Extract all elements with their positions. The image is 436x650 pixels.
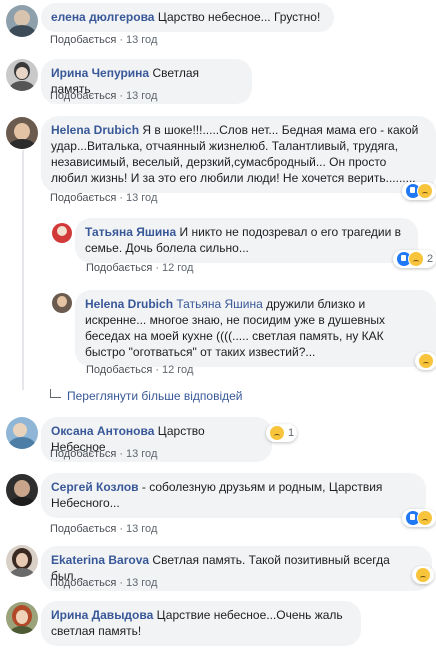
comment-meta: Подобається · 13 год [50,448,158,460]
reactions-badge[interactable] [415,352,436,370]
sad-reaction-icon [408,251,424,267]
reply-arrow-icon [50,389,61,398]
avatar[interactable] [6,602,38,634]
timestamp[interactable]: 12 год [162,262,193,274]
reaction-count: 2 [427,253,434,265]
timestamp[interactable]: 13 год [126,523,157,535]
comment-author[interactable]: Оксана Антонова [51,424,154,438]
sad-reaction-icon [418,353,434,369]
like-link[interactable]: Подобається [86,364,152,376]
comment-meta: Подобається · 12 год [86,262,194,274]
timestamp[interactable]: 13 год [126,34,157,46]
timestamp[interactable]: 13 год [126,577,157,589]
timestamp[interactable]: 13 год [126,448,157,460]
reply-bubble: Татьяна Яшина И никто не подозревал о ег… [75,218,418,263]
reaction-count: 1 [288,427,295,439]
timestamp[interactable]: 12 год [162,364,193,376]
comment-author[interactable]: Helena Drubich [51,123,139,137]
comment-meta: Подобається · 13 год [50,90,158,102]
view-more-replies-label: Переглянути більше відповідей [67,389,243,403]
like-link[interactable]: Подобається [86,262,152,274]
avatar[interactable] [6,117,38,149]
sad-reaction-icon [417,183,433,199]
mention-link[interactable]: Татьяна Яшина [176,297,262,311]
comment-meta: Подобається · 13 год [50,577,158,589]
view-more-replies-link[interactable]: Переглянути більше відповідей [50,389,242,403]
comment-author[interactable]: Сергей Козлов [51,480,139,494]
reactions-badge[interactable] [412,566,434,584]
comment-bubble: елена дюлгерова Царство небесное... Грус… [41,3,334,32]
comment-author[interactable]: Ekaterina Barova [51,553,149,567]
avatar[interactable] [6,474,38,506]
comment-meta: Подобається · 13 год [50,192,158,204]
sad-reaction-icon [417,510,433,526]
comment-author[interactable]: Helena Drubich [85,297,173,311]
comment-text: Царство небесное... Грустно! [157,10,321,24]
comment-author[interactable]: Татьяна Яшина [85,225,176,239]
avatar[interactable] [6,5,38,37]
comment-meta: Подобається · 13 год [50,34,158,46]
comment-meta: Подобається · 13 год [50,523,158,535]
avatar[interactable] [6,417,38,449]
timestamp[interactable]: 13 год [126,192,157,204]
like-link[interactable]: Подобається [50,192,116,204]
reactions-badge[interactable] [402,182,436,200]
reactions-badge[interactable]: 2 [393,250,436,268]
reply-bubble: Helena Drubich Татьяна Яшина дружили бли… [75,290,436,367]
like-link[interactable]: Подобається [50,577,116,589]
avatar[interactable] [52,223,72,243]
like-link[interactable]: Подобається [50,523,116,535]
timestamp[interactable]: 13 год [126,90,157,102]
like-link[interactable]: Подобається [50,34,116,46]
comment-meta: Подобається · 12 год [86,364,194,376]
like-link[interactable]: Подобається [50,448,116,460]
comment-bubble: Ирина Давыдова Царствие небесное...Очень… [41,601,361,646]
sad-reaction-icon [415,567,431,583]
comment-author[interactable]: елена дюлгерова [51,10,154,24]
comment-author[interactable]: Ирина Чепурина [51,66,149,80]
avatar[interactable] [52,293,72,313]
reactions-badge[interactable]: 1 [266,424,298,442]
thread-line [22,150,24,390]
reactions-badge[interactable] [402,509,436,527]
sad-reaction-icon [269,425,285,441]
comment-author[interactable]: Ирина Давыдова [51,608,153,622]
comment-bubble: Сергей Козлов - соболезную друзьям и род… [41,473,426,518]
avatar[interactable] [6,59,38,91]
comment-bubble: Helena Drubich Я в шоке!!!.....Слов нет.… [41,116,436,193]
like-link[interactable]: Подобається [50,90,116,102]
avatar[interactable] [6,545,38,577]
